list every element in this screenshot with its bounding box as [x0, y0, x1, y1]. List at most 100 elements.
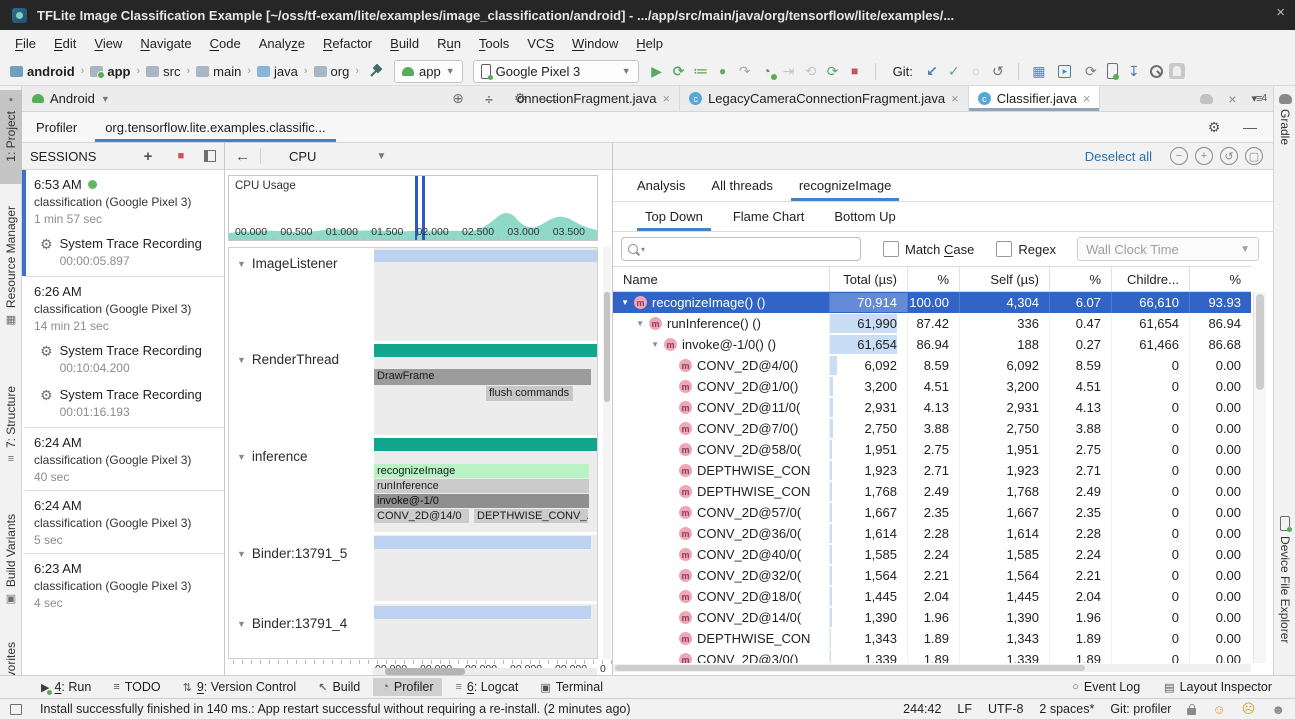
recording-item[interactable]: ⚙System Trace Recording00:10:04.200 — [22, 339, 224, 383]
table-row[interactable]: CONV_2D@7/0()2,7503.882,7503.8800.00 — [613, 418, 1251, 439]
table-row[interactable]: CONV_2D@32/0(1,5642.211,5642.2100.00 — [613, 565, 1251, 586]
close-window-icon[interactable]: × — [1276, 4, 1285, 21]
scrollbar-thumb[interactable] — [615, 665, 1085, 671]
locate-file-icon[interactable] — [448, 89, 468, 109]
close-tab-icon[interactable]: × — [1083, 91, 1091, 106]
column-header-1[interactable]: Total (µs) — [829, 267, 907, 291]
add-session-icon[interactable] — [138, 146, 158, 166]
sidebar-item----project[interactable]: ▪1: Project — [0, 90, 22, 184]
thread-label-inference[interactable]: ▼inference — [237, 449, 307, 464]
run-tasks-icon[interactable] — [691, 61, 711, 81]
zoom-in-icon[interactable]: + — [1195, 147, 1213, 165]
reset-zoom-icon[interactable]: ↺ — [1220, 147, 1238, 165]
avd-manager-icon[interactable] — [1124, 61, 1144, 81]
trace-event-bar[interactable]: DEPTHWISE_CONV_... — [474, 509, 588, 523]
attach-debugger-icon[interactable] — [735, 61, 755, 81]
restart-debug-icon[interactable] — [801, 61, 821, 81]
timeline-horizontal-scrollbar[interactable] — [373, 668, 597, 675]
back-arrow-icon[interactable]: ← — [235, 148, 250, 165]
menu-navigate[interactable]: Navigate — [131, 32, 200, 55]
cpu-usage-chart[interactable]: CPU Usage 00.00000.50001.00001.50002.000… — [228, 175, 598, 241]
commit-icon[interactable] — [944, 61, 964, 81]
sidebar-item-device-file-explorer[interactable]: Device File Explorer — [1274, 516, 1295, 676]
zoom-out-icon[interactable]: − — [1170, 147, 1188, 165]
menu-help[interactable]: Help — [627, 32, 672, 55]
zoom-to-selection-icon[interactable]: ▢ — [1245, 147, 1263, 165]
rollback-icon[interactable] — [988, 61, 1008, 81]
scrollbar-thumb[interactable] — [1256, 294, 1264, 390]
scrollbar-thumb[interactable] — [604, 292, 610, 402]
table-row[interactable]: ▼recognizeImage() ()70,914100.004,3046.0… — [613, 292, 1251, 313]
subtab-flame-chart[interactable]: Flame Chart — [723, 202, 815, 231]
menu-window[interactable]: Window — [563, 32, 627, 55]
tab-recognizeimage[interactable]: recognizeImage — [789, 170, 902, 201]
thread-label-binder-13791-4[interactable]: ▼Binder:13791_4 — [237, 616, 347, 631]
close-tab-icon[interactable] — [1222, 89, 1242, 109]
run-to-cursor-icon[interactable] — [779, 61, 799, 81]
table-row[interactable]: CONV_2D@14/0(1,3901.961,3901.9600.00 — [613, 607, 1251, 628]
run-icon[interactable] — [647, 61, 667, 81]
subtab-top-down[interactable]: Top Down — [635, 202, 713, 231]
thread-timeline[interactable]: DrawFrameflush commandsrecognizeImagerun… — [374, 248, 598, 658]
search-input[interactable]: ▾ — [621, 237, 861, 261]
table-vertical-scrollbar[interactable] — [1253, 292, 1266, 663]
sidebar-item----structure[interactable]: 7: Structure≡ — [0, 386, 22, 482]
tool-window-button-4--run[interactable]: 4: Run — [32, 678, 100, 696]
thread-label-binder-13791-5[interactable]: ▼Binder:13791_5 — [237, 546, 347, 561]
close-tab-icon[interactable]: × — [951, 91, 959, 106]
caret-position[interactable]: 244:42 — [903, 702, 941, 716]
thread-label-imagelistener[interactable]: ▼ImageListener — [237, 256, 337, 271]
table-row[interactable]: CONV_2D@1/0()3,2004.513,2004.5100.00 — [613, 376, 1251, 397]
trace-event-bar[interactable]: CONV_2D@14/0 — [374, 509, 469, 523]
sidebar-item-build-variants[interactable]: Build Variants▣ — [0, 514, 22, 614]
collapse-all-icon[interactable] — [479, 89, 499, 109]
editor-tab-legacycameraconnectionfragment-java[interactable]: cLegacyCameraConnectionFragment.java× — [680, 86, 969, 111]
deselect-all-link[interactable]: Deselect all — [1085, 149, 1152, 164]
table-row[interactable]: DEPTHWISE_CON1,9232.711,9232.7100.00 — [613, 460, 1251, 481]
profile-icon[interactable] — [757, 61, 777, 81]
table-row[interactable]: CONV_2D@3/0()1,3391.891,3391.8900.00 — [613, 649, 1251, 663]
hidden-tabs-dropdown[interactable]: 4 — [1251, 92, 1267, 105]
tool-window-button-build[interactable]: Build — [309, 678, 369, 696]
device-select[interactable]: Google Pixel 3 ▼ — [473, 60, 639, 83]
tab-all-threads[interactable]: All threads — [701, 170, 782, 201]
line-separator[interactable]: LF — [957, 702, 972, 716]
history-icon[interactable] — [966, 61, 986, 81]
gradle-sync-icon[interactable] — [1081, 61, 1101, 81]
menu-refactor[interactable]: Refactor — [314, 32, 381, 55]
breadcrumb-item[interactable]: app — [107, 64, 130, 79]
session-item[interactable]: 6:53 AMclassification (Google Pixel 3)1 … — [22, 170, 224, 232]
profile-avatar-icon[interactable] — [1169, 63, 1185, 79]
thread-label-renderthread[interactable]: ▼RenderThread — [237, 352, 339, 367]
menu-build[interactable]: Build — [381, 32, 428, 55]
checkbox[interactable] — [996, 241, 1012, 257]
background-tasks-icon[interactable] — [10, 704, 22, 715]
sidebar-item-gradle[interactable]: Gradle — [1274, 94, 1295, 194]
breadcrumb-item[interactable]: src — [163, 64, 180, 79]
chevron-down-icon[interactable]: ▼ — [634, 319, 644, 328]
table-row[interactable]: ▼invoke@-1/0() ()61,65486.941880.2761,46… — [613, 334, 1251, 355]
tool-window-button-6--logcat[interactable]: 6: Logcat — [446, 678, 527, 696]
subtab-bottom-up[interactable]: Bottom Up — [824, 202, 905, 231]
happy-face-icon[interactable]: ☺ — [1212, 702, 1225, 717]
breadcrumb-item[interactable]: android — [27, 64, 75, 79]
session-item[interactable]: 6:24 AMclassification (Google Pixel 3)40… — [22, 427, 224, 490]
breadcrumb-item[interactable]: org — [331, 64, 350, 79]
session-item[interactable]: 6:24 AMclassification (Google Pixel 3)5 … — [22, 490, 224, 553]
profiler-tab-home[interactable]: Profiler — [22, 112, 91, 142]
breadcrumb-item[interactable]: java — [274, 64, 298, 79]
end-session-icon[interactable] — [204, 150, 216, 162]
table-row[interactable]: CONV_2D@36/0(1,6142.281,6142.2800.00 — [613, 523, 1251, 544]
project-structure-icon[interactable] — [1029, 61, 1049, 81]
tool-window-button-layout-inspector[interactable]: Layout Inspector — [1155, 678, 1281, 696]
chevron-down-icon[interactable]: ▼ — [619, 298, 629, 307]
close-tab-icon[interactable]: × — [662, 91, 670, 106]
thread-state-bar[interactable] — [374, 344, 598, 357]
breadcrumb-item[interactable]: main — [213, 64, 241, 79]
build-hammer-icon[interactable] — [366, 61, 386, 81]
debug-icon[interactable] — [713, 61, 733, 81]
regex-checkbox[interactable]: Regex — [996, 241, 1056, 257]
sidebar-item-resource-manager[interactable]: Resource Manager▦ — [0, 206, 22, 336]
thread-state-bar[interactable] — [374, 438, 598, 451]
tool-window-button-todo[interactable]: TODO — [104, 678, 169, 696]
